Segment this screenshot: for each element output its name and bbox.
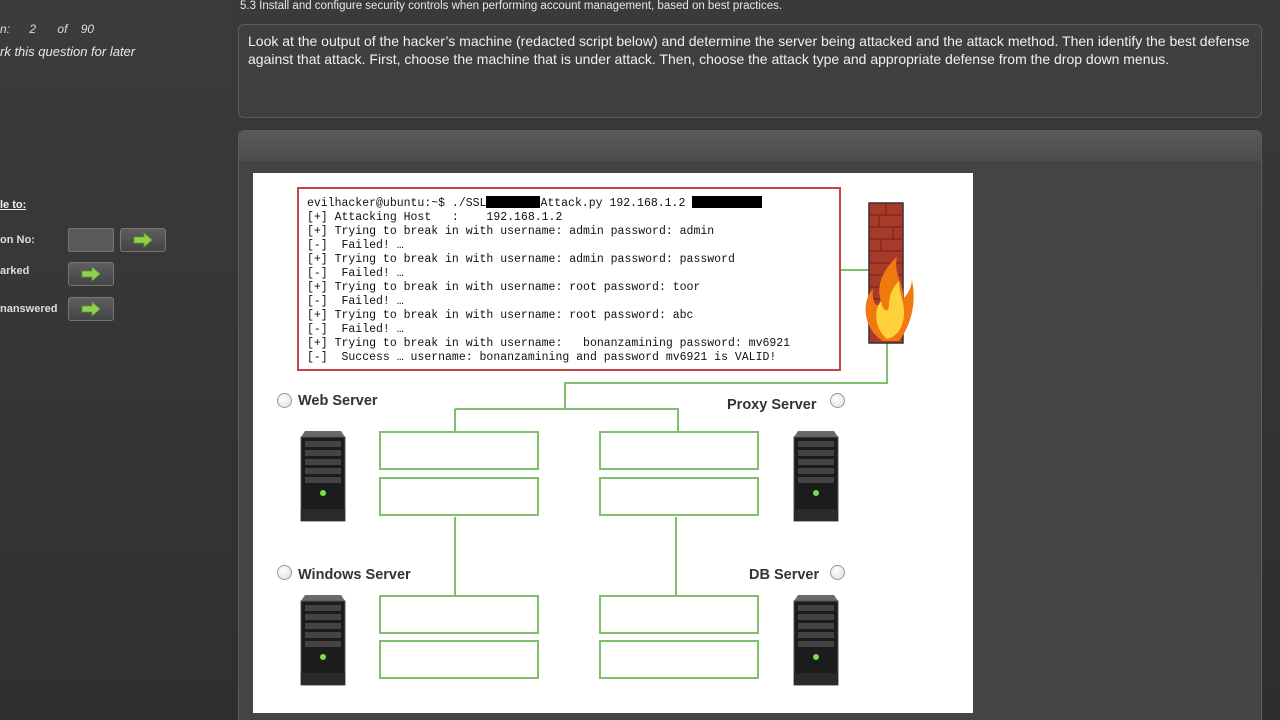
db-server-label: DB Server: [749, 567, 820, 583]
redaction-block: [486, 196, 541, 208]
web-attack-dropdown[interactable]: [379, 431, 539, 470]
proxy-attack-dropdown[interactable]: [599, 431, 759, 470]
terminal-prompt: evilhacker@ubuntu:~$ ./SSL: [307, 197, 487, 210]
total-questions: 90: [80, 22, 95, 36]
arrow-right-icon: [81, 301, 101, 317]
question-no-label: on No:: [0, 234, 35, 246]
section-header: 5.3 Install and configure security contr…: [240, 0, 783, 12]
windows-defense-dropdown[interactable]: [379, 640, 539, 679]
db-attack-dropdown[interactable]: [599, 595, 759, 634]
terminal-line: [+] Trying to break in with username: ad…: [307, 225, 715, 238]
windows-attack-dropdown[interactable]: [379, 595, 539, 634]
terminal-line: [+] Trying to break in with username: ad…: [307, 253, 735, 266]
terminal-line: [-] Failed! …: [307, 239, 404, 252]
simulation-canvas: evilhacker@ubuntu:~$ ./SSL Attack.py 192.…: [253, 173, 973, 713]
arrow-right-icon: [81, 266, 101, 282]
question-number: 2: [29, 22, 37, 36]
terminal-line: [-] Failed! …: [307, 295, 404, 308]
marked-label: arked: [0, 265, 30, 277]
db-defense-dropdown[interactable]: [599, 640, 759, 679]
mark-for-later-toggle[interactable]: rk this question for later: [0, 44, 135, 59]
terminal-line: [-] Success … username: bonanzamining an…: [307, 351, 777, 364]
simulation-toolbar: [239, 131, 1261, 161]
web-defense-dropdown[interactable]: [379, 477, 539, 516]
db-server-radio[interactable]: [830, 565, 845, 580]
proxy-defense-dropdown[interactable]: [599, 477, 759, 516]
question-text: Look at the output of the hacker’s machi…: [238, 24, 1262, 118]
db-server-icon: [793, 595, 839, 686]
terminal-line: [+] Trying to break in with username: ro…: [307, 281, 701, 294]
terminal-line: [+] Trying to break in with username: ro…: [307, 309, 694, 322]
question-label: n:: [0, 22, 11, 36]
goto-marked-button[interactable]: [68, 262, 114, 286]
sidebar: n: 2 of 90 rk this question for later le…: [0, 0, 232, 720]
terminal-line: [+] Trying to break in with username: bo…: [307, 337, 791, 350]
of-label: of: [57, 22, 68, 36]
terminal-line: [-] Failed! …: [307, 267, 404, 280]
windows-server-label: Windows Server: [298, 567, 411, 583]
goto-unanswered-button[interactable]: [68, 297, 114, 321]
redaction-block: [692, 196, 763, 208]
unanswered-label: nanswered: [0, 303, 58, 315]
terminal-prompt-mid: Attack.py 192.168.1.2: [540, 197, 693, 210]
web-server-label: Web Server: [298, 393, 378, 409]
web-server-icon: [300, 431, 346, 522]
question-counter: n: 2 of 90: [0, 22, 94, 36]
windows-server-icon: [300, 595, 346, 686]
proxy-server-label: Proxy Server: [727, 397, 817, 413]
proxy-server-icon: [793, 431, 839, 522]
goto-title: le to:: [0, 199, 27, 211]
hacker-terminal-output: evilhacker@ubuntu:~$ ./SSL Attack.py 192.…: [297, 187, 841, 371]
firewall-icon: [865, 202, 914, 344]
terminal-line: [-] Failed! …: [307, 323, 404, 336]
terminal-line: [+] Attacking Host : 192.168.1.2: [307, 211, 563, 224]
web-server-radio[interactable]: [277, 393, 292, 408]
goto-question-button[interactable]: [120, 228, 166, 252]
arrow-right-icon: [133, 232, 153, 248]
proxy-server-radio[interactable]: [830, 393, 845, 408]
windows-server-radio[interactable]: [277, 565, 292, 580]
question-no-input[interactable]: [68, 228, 114, 252]
